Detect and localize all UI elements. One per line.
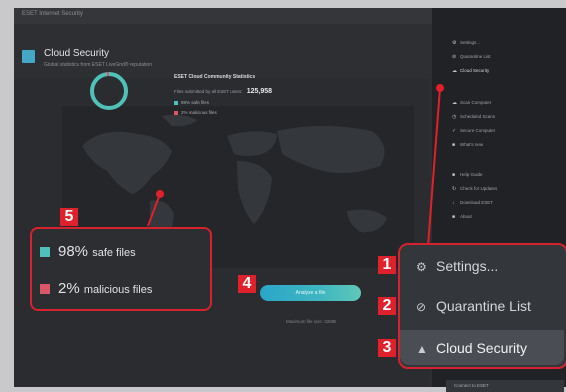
sidebar-item-download[interactable]: ↓ Download ESET xyxy=(452,200,493,206)
window-title: ESET Internet Security xyxy=(22,11,83,17)
about-icon: ■ xyxy=(452,214,456,220)
callout-number-4: 4 xyxy=(238,275,256,293)
callout-menu-quarantine: ⊘ Quarantine List xyxy=(416,298,531,314)
shield-icon: ✓ xyxy=(452,128,457,134)
cloud-icon: ☁ xyxy=(452,68,457,74)
analyze-file-label: Analyze a file xyxy=(295,290,326,296)
stats-submitted-text: Files submitted by all ESET users: xyxy=(174,89,243,94)
callout-menu-cloud: ▲ Cloud Security xyxy=(416,340,528,356)
update-icon: ↻ xyxy=(452,186,457,192)
safe-files-donut-chart xyxy=(90,72,128,110)
callout-number-5: 5 xyxy=(60,208,78,226)
sidebar-bottom-link[interactable]: Connect to ESET xyxy=(446,380,564,392)
cloud-security-icon xyxy=(22,50,35,63)
help-icon: ■ xyxy=(452,172,456,178)
stats-file-count: 125,958 xyxy=(246,88,273,95)
quarantine-icon: ⊘ xyxy=(416,300,427,314)
stats-title: ESET Cloud Community Statistics xyxy=(174,74,256,80)
big-malicious-swatch xyxy=(40,284,50,295)
callout-stats-zoom xyxy=(30,227,212,311)
gear-icon: ⚙ xyxy=(452,40,457,46)
callout-number-3: 3 xyxy=(378,339,396,357)
sidebar-item-help[interactable]: ■ Help Guide xyxy=(452,172,483,178)
cloud-icon: ▲ xyxy=(416,342,428,356)
malicious-swatch xyxy=(174,110,178,115)
stat-safe-files: 98% safe files xyxy=(174,100,209,105)
safe-swatch xyxy=(174,100,178,105)
sidebar-item-about[interactable]: ■ About xyxy=(452,214,472,220)
scan-icon: ☁ xyxy=(452,100,457,106)
stat-malicious-files: 2% malicious files xyxy=(174,110,217,115)
quarantine-icon: ⊘ xyxy=(452,54,457,60)
callout-menu-settings: ⚙ Settings... xyxy=(416,258,499,274)
callout-number-2: 2 xyxy=(378,297,396,315)
stat-safe-label: 98% safe files xyxy=(181,100,210,105)
schedule-icon: ◷ xyxy=(452,114,457,120)
sidebar-item-quarantine[interactable]: ⊘ Quarantine List xyxy=(452,54,491,60)
donut-safe-arc xyxy=(90,72,128,110)
max-file-size-note: Maximum file size: 32MB xyxy=(286,319,337,324)
sidebar-item-scan[interactable]: ☁ Scan Computer xyxy=(452,100,491,106)
sidebar-item-cloud-security[interactable]: ☁ Cloud Security xyxy=(452,68,489,74)
download-icon: ↓ xyxy=(452,200,455,206)
sidebar-item-whats-new[interactable]: ■ What's new xyxy=(452,142,483,148)
callout-malicious-files: 2% malicious files xyxy=(40,280,152,297)
sidebar-item-secure[interactable]: ✓ Secure Computer xyxy=(452,128,495,134)
analyze-file-button[interactable]: Analyze a file xyxy=(260,285,361,301)
sidebar-item-schedule[interactable]: ◷ Scheduled Scans xyxy=(452,114,495,120)
info-icon: ■ xyxy=(452,142,456,148)
gear-icon: ⚙ xyxy=(416,260,427,274)
stats-submitted-line: Files submitted by all ESET users: 125,9… xyxy=(174,88,272,95)
sidebar-item-settings[interactable]: ⚙ Settings... xyxy=(452,40,480,46)
stat-malicious-label: 2% malicious files xyxy=(181,110,217,115)
callout-number-1: 1 xyxy=(378,256,396,274)
sidebar-item-updates[interactable]: ↻ Check for Updates xyxy=(452,186,497,192)
page-title: Cloud Security xyxy=(44,48,110,59)
big-safe-swatch xyxy=(40,247,50,258)
callout-safe-files: 98% safe files xyxy=(40,243,136,260)
